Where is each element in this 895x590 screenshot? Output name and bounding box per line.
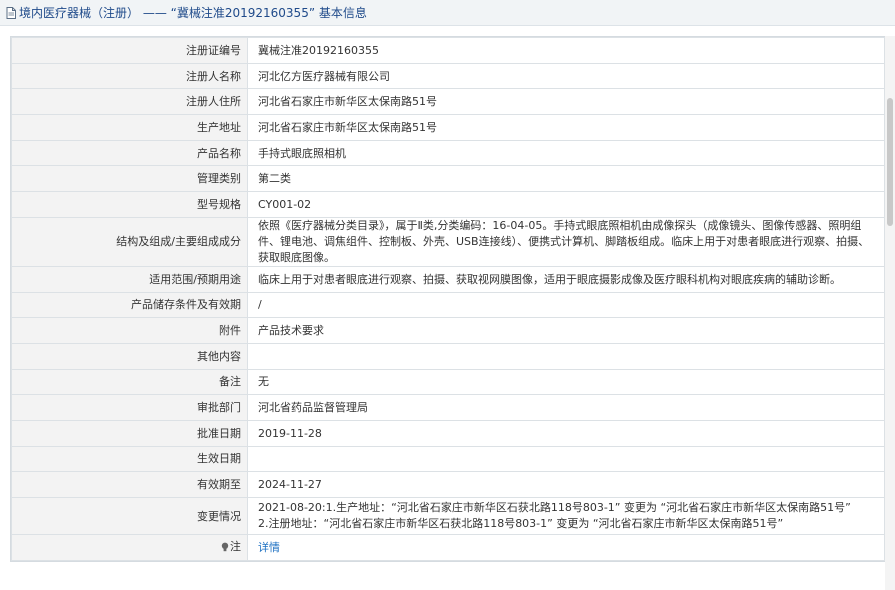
details-link[interactable]: 详情 [258,541,280,554]
row-label-model-spec: 型号规格 [11,191,248,218]
row-value-model-spec: CY001-02 [247,191,885,218]
row-label-management-category: 管理类别 [11,165,248,193]
row-value-product-name: 手持式眼底照相机 [247,139,885,167]
row-label-effective-date: 生效日期 [11,445,248,473]
table-row: 生产地址 河北省石家庄市新华区太保南路51号 [11,114,885,141]
table-row: 适用范围/预期用途 临床上用于对患者眼底进行观察、拍摄、获取视网膜图像，适用于眼… [11,265,885,293]
row-value-attachment: 产品技术要求 [247,317,885,344]
table-row: 结构及组成/主要组成成分 依照《医疗器械分类目录》，属于Ⅱ类,分类编码：16-0… [11,216,885,267]
row-label-intended-use: 适用范围/预期用途 [11,265,248,293]
row-label-attachment: 附件 [11,317,248,344]
row-value-valid-until: 2024-11-27 [247,471,885,498]
table-row: 生效日期 [11,445,885,473]
row-value-registration-no: 冀械注准20192160355 [247,37,885,64]
row-value-registrant-name: 河北亿方医疗器械有限公司 [247,62,885,90]
row-label-changes: 变更情况 [11,497,248,535]
row-label-approval-date: 批准日期 [11,419,248,447]
change-line-1: 2021-08-20:1.生产地址：“河北省石家庄市新华区石获北路118号803… [258,501,851,514]
row-value-other [247,342,885,370]
page: 境内医疗器械（注册） —— “冀械注准20192160355” 基本信息 注册证… [0,0,895,590]
row-value-remarks: 无 [247,368,885,396]
row-label-approval-dept: 审批部门 [11,394,248,421]
table-row: 附件 产品技术要求 [11,317,885,344]
table-row: 注册人住所 河北省石家庄市新华区太保南路51号 [11,88,885,116]
row-value-approval-dept: 河北省药品监督管理局 [247,394,885,421]
vertical-scrollbar[interactable] [885,36,895,590]
table-row: 变更情况 2021-08-20:1.生产地址：“河北省石家庄市新华区石获北路11… [11,497,885,535]
row-label-other: 其他内容 [11,342,248,370]
document-icon [6,6,16,19]
row-label-note: 注 [11,534,248,561]
row-label-registration-no: 注册证编号 [11,37,248,64]
scrollbar-thumb[interactable] [887,98,893,226]
table-row: 批准日期 2019-11-28 [11,419,885,447]
row-value-note: 详情 [247,534,885,561]
table-row: 注册人名称 河北亿方医疗器械有限公司 [11,62,885,90]
row-value-management-category: 第二类 [247,165,885,193]
row-label-product-name: 产品名称 [11,139,248,167]
change-line-2: 2.注册地址：“河北省石家庄市新华区石获北路118号803-1” 变更为 “河北… [258,517,784,530]
row-value-registrant-address: 河北省石家庄市新华区太保南路51号 [247,88,885,116]
table-row: 有效期至 2024-11-27 [11,471,885,498]
table-row: 产品储存条件及有效期 / [11,291,885,319]
table-row: 管理类别 第二类 [11,165,885,193]
row-value-storage: / [247,291,885,319]
page-header: 境内医疗器械（注册） —— “冀械注准20192160355” 基本信息 [0,0,895,26]
row-value-structure: 依照《医疗器械分类目录》，属于Ⅱ类,分类编码：16-04-05。手持式眼底照相机… [247,216,885,267]
table-row: 其他内容 [11,342,885,370]
page-title: 境内医疗器械（注册） —— “冀械注准20192160355” 基本信息 [19,6,367,20]
table-row: 型号规格 CY001-02 [11,191,885,218]
row-value-effective-date [247,445,885,473]
info-table-container: 注册证编号 冀械注准20192160355 注册人名称 河北亿方医疗器械有限公司… [10,36,886,562]
row-label-production-address: 生产地址 [11,114,248,141]
row-value-intended-use: 临床上用于对患者眼底进行观察、拍摄、获取视网膜图像，适用于眼底摄影成像及医疗眼科… [247,265,885,293]
row-label-registrant-name: 注册人名称 [11,62,248,90]
row-label-valid-until: 有效期至 [11,471,248,498]
lightbulb-icon [221,542,229,552]
row-label-registrant-address: 注册人住所 [11,88,248,116]
table-row: 审批部门 河北省药品监督管理局 [11,394,885,421]
info-table: 注册证编号 冀械注准20192160355 注册人名称 河北亿方医疗器械有限公司… [11,37,885,561]
row-value-approval-date: 2019-11-28 [247,419,885,447]
structure-text: 依照《医疗器械分类目录》，属于Ⅱ类,分类编码：16-04-05。手持式眼底照相机… [258,218,870,264]
table-row: 注 详情 [11,534,885,561]
row-label-structure: 结构及组成/主要组成成分 [11,216,248,267]
note-label-text: 注 [230,540,241,554]
row-value-production-address: 河北省石家庄市新华区太保南路51号 [247,114,885,141]
table-row: 备注 无 [11,368,885,396]
table-row: 注册证编号 冀械注准20192160355 [11,37,885,64]
row-value-changes: 2021-08-20:1.生产地址：“河北省石家庄市新华区石获北路118号803… [247,497,885,535]
table-row: 产品名称 手持式眼底照相机 [11,139,885,167]
row-label-remarks: 备注 [11,368,248,396]
row-label-storage: 产品储存条件及有效期 [11,291,248,319]
